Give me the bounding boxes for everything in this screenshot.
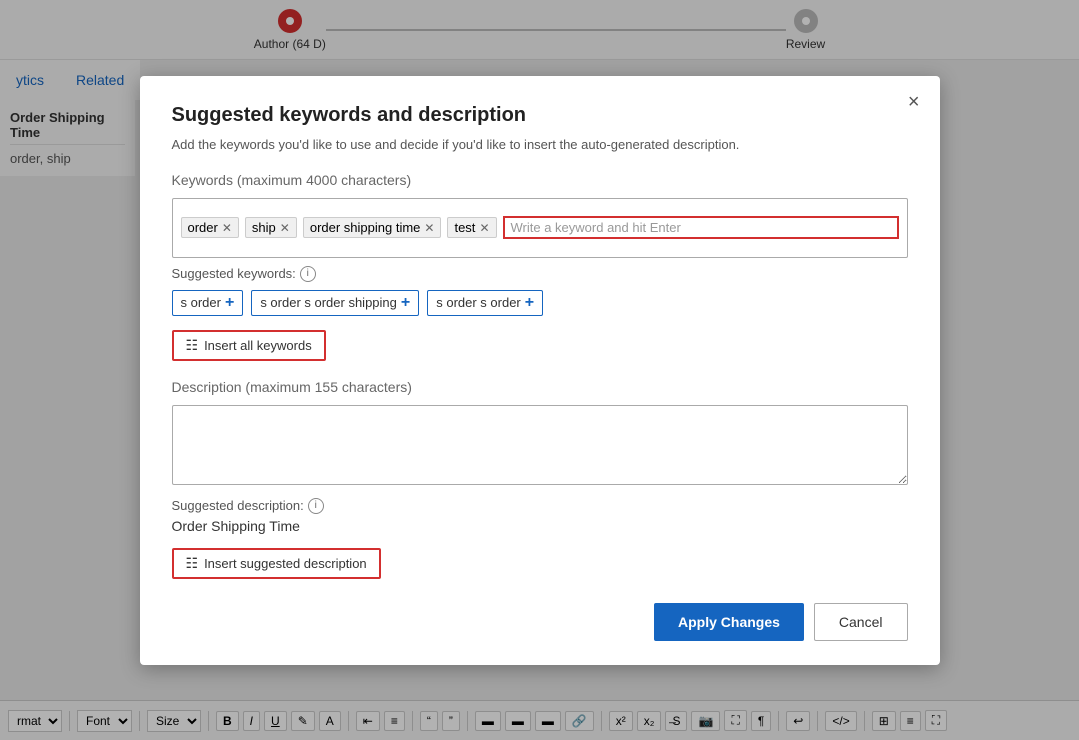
suggested-tags: s order + s order s order shipping + s o… (172, 290, 908, 316)
keyword-tag-close-ost[interactable]: ✕ (424, 221, 434, 235)
insert-all-icon: ☷ (186, 337, 199, 354)
suggested-tag-s-order[interactable]: s order + (172, 290, 244, 316)
keyword-tag-close-ship[interactable]: ✕ (280, 221, 290, 235)
keyword-tag-close-order[interactable]: ✕ (222, 221, 232, 235)
keyword-input-wrapper[interactable]: Write a keyword and hit Enter (503, 216, 899, 239)
suggested-tag-label: s order s order (436, 295, 521, 310)
keyword-tag-label: test (454, 220, 475, 235)
modal-footer: Apply Changes Cancel (172, 603, 908, 641)
keyword-tag-order-shipping-time: order shipping time ✕ (303, 217, 442, 238)
description-label: Description (maximum 155 characters) (172, 379, 908, 395)
close-button[interactable]: × (908, 92, 920, 112)
add-s-order-order-icon[interactable]: + (525, 294, 534, 312)
suggested-tag-s-order-shipping[interactable]: s order s order shipping + (251, 290, 419, 316)
keywords-container[interactable]: order ✕ ship ✕ order shipping time ✕ tes… (172, 198, 908, 258)
add-s-order-icon[interactable]: + (225, 294, 234, 312)
keyword-tag-close-test[interactable]: ✕ (479, 221, 489, 235)
suggested-tag-s-order-order[interactable]: s order s order + (427, 290, 543, 316)
keywords-label: Keywords (maximum 4000 characters) (172, 172, 908, 188)
keyword-tag-test: test ✕ (447, 217, 496, 238)
insert-suggested-description-button[interactable]: ☷ Insert suggested description (172, 548, 381, 579)
modal-subtitle: Add the keywords you'd like to use and d… (172, 137, 908, 152)
insert-suggested-label: Insert suggested description (204, 556, 367, 571)
keyword-tag-ship: ship ✕ (245, 217, 297, 238)
keyword-tag-label: order shipping time (310, 220, 421, 235)
keyword-tag-label: ship (252, 220, 276, 235)
insert-desc-icon: ☷ (186, 555, 199, 572)
apply-changes-button[interactable]: Apply Changes (654, 603, 804, 641)
keyword-tag-label: order (188, 220, 218, 235)
modal: × Suggested keywords and description Add… (140, 76, 940, 665)
description-textarea[interactable] (172, 405, 908, 485)
keyword-tag-order: order ✕ (181, 217, 239, 238)
modal-overlay: × Suggested keywords and description Add… (0, 0, 1079, 740)
insert-all-label: Insert all keywords (204, 338, 312, 353)
suggested-desc-text: Order Shipping Time (172, 518, 908, 534)
suggested-info-icon[interactable]: i (300, 266, 316, 282)
add-s-order-shipping-icon[interactable]: + (401, 294, 410, 312)
cancel-button[interactable]: Cancel (814, 603, 908, 641)
insert-all-keywords-button[interactable]: ☷ Insert all keywords (172, 330, 326, 361)
suggested-desc-label: Suggested description: i (172, 498, 908, 514)
suggested-keywords-label: Suggested keywords: i (172, 266, 908, 282)
modal-title: Suggested keywords and description (172, 104, 908, 127)
suggested-tag-label: s order (181, 295, 221, 310)
suggested-tag-label: s order s order shipping (260, 295, 397, 310)
keyword-input-placeholder: Write a keyword and hit Enter (511, 220, 681, 235)
suggested-desc-info-icon[interactable]: i (308, 498, 324, 514)
